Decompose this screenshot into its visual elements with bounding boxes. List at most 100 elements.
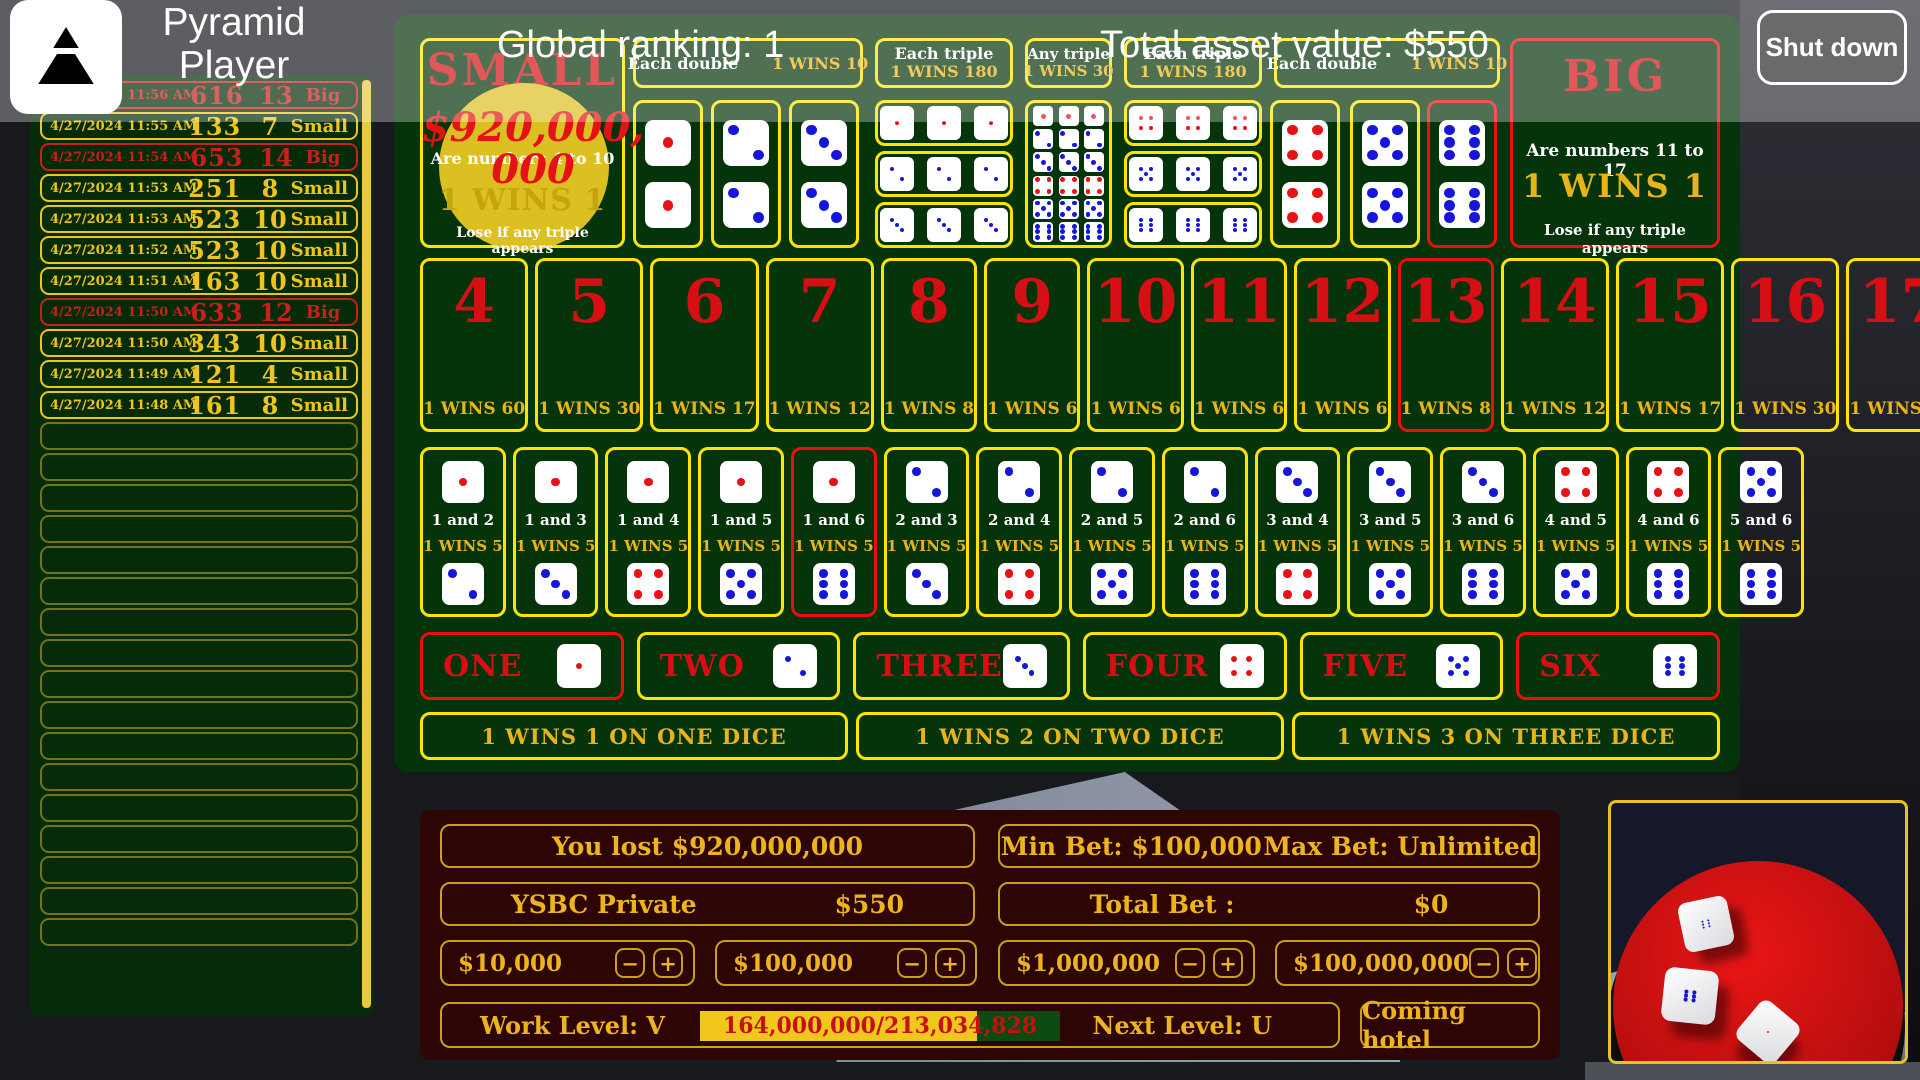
bet-number-7[interactable]: 71 WINS 12 — [766, 258, 874, 432]
history-total: 10 — [249, 205, 290, 234]
bet-double-3[interactable] — [789, 100, 859, 248]
combo-label: 1 and 4 — [617, 512, 679, 529]
increase-bet-button[interactable]: + — [935, 948, 965, 978]
die-2-icon — [1184, 461, 1226, 503]
bet-any-triple[interactable] — [1025, 100, 1112, 248]
combo-odds: 1 WINS 5 — [1536, 538, 1616, 555]
bet-triple-6[interactable] — [1124, 202, 1262, 248]
decrease-bet-button[interactable]: − — [897, 948, 927, 978]
bet-combo-4-5[interactable]: 4 and 51 WINS 5 — [1533, 447, 1619, 617]
label-any-triple[interactable]: Any triple 1 WINS 30 — [1025, 38, 1112, 88]
die-3-icon — [535, 563, 577, 605]
die-4-icon — [627, 563, 669, 605]
bet-number-5[interactable]: 51 WINS 30 — [535, 258, 643, 432]
floor-strip — [1585, 1062, 1920, 1080]
bet-single-three[interactable]: THREE — [853, 632, 1069, 700]
die-3-icon — [1033, 152, 1053, 172]
app-title: Pyramid Player — [118, 2, 350, 88]
single-label: THREE — [876, 649, 1002, 684]
bet-single-one[interactable]: ONE — [420, 632, 624, 700]
bet-combo-1-2[interactable]: 1 and 21 WINS 5 — [420, 447, 506, 617]
decrease-bet-button[interactable]: − — [1175, 948, 1205, 978]
die-1-icon — [535, 461, 577, 503]
bet-number-9[interactable]: 91 WINS 6 — [984, 258, 1080, 432]
bet-combo-1-4[interactable]: 1 and 41 WINS 5 — [605, 447, 691, 617]
bet-combo-5-6[interactable]: 5 and 61 WINS 5 — [1718, 447, 1804, 617]
combo-odds: 1 WINS 5 — [1258, 538, 1338, 555]
bet-combo-2-5[interactable]: 2 and 51 WINS 5 — [1069, 447, 1155, 617]
die-3-icon — [1059, 152, 1079, 172]
increase-bet-button[interactable]: + — [1507, 948, 1537, 978]
die-6-icon — [813, 563, 855, 605]
single-label: SIX — [1539, 649, 1601, 684]
chip-1000000[interactable]: $1,000,000−+ — [998, 940, 1255, 986]
bet-number-8[interactable]: 81 WINS 8 — [881, 258, 977, 432]
die-2-icon — [927, 157, 961, 191]
bet-number-13[interactable]: 131 WINS 8 — [1398, 258, 1494, 432]
bet-number-12[interactable]: 121 WINS 6 — [1294, 258, 1390, 432]
history-dice: 251 — [180, 174, 249, 203]
label-each-triple-left[interactable]: Each triple 1 WINS 180 — [875, 38, 1013, 88]
chip-10000[interactable]: $10,000−+ — [440, 940, 695, 986]
combo-label: 5 and 6 — [1730, 512, 1792, 529]
die-2-icon — [773, 644, 817, 688]
bet-triple-3[interactable] — [875, 202, 1013, 248]
bet-number-15[interactable]: 151 WINS 17 — [1616, 258, 1724, 432]
payout-banner-2: 1 WINS 2 ON TWO DICE — [856, 712, 1284, 760]
bet-number-14[interactable]: 141 WINS 12 — [1501, 258, 1609, 432]
bet-combo-2-6[interactable]: 2 and 61 WINS 5 — [1162, 447, 1248, 617]
bet-single-two[interactable]: TWO — [637, 632, 841, 700]
decrease-bet-button[interactable]: − — [1469, 948, 1499, 978]
bet-number-6[interactable]: 61 WINS 17 — [650, 258, 758, 432]
bet-single-five[interactable]: FIVE — [1300, 632, 1504, 700]
bet-double-6[interactable] — [1427, 100, 1497, 248]
bet-small[interactable]: SMALL $920,000,000 Are numbers 4 to 10 1… — [420, 38, 625, 248]
bet-triple-4[interactable] — [1124, 100, 1262, 146]
bet-number-4[interactable]: 41 WINS 60 — [420, 258, 528, 432]
bet-combo-3-5[interactable]: 3 and 51 WINS 5 — [1347, 447, 1433, 617]
die-2-icon — [1059, 129, 1079, 149]
history-dice: 163 — [180, 267, 249, 296]
die-3-icon — [927, 208, 961, 242]
shutdown-button[interactable]: Shut down — [1757, 10, 1907, 85]
increase-bet-button[interactable]: + — [1213, 948, 1243, 978]
bet-double-4[interactable] — [1270, 100, 1340, 248]
combo-label: 1 and 5 — [710, 512, 772, 529]
bet-combo-2-4[interactable]: 2 and 41 WINS 5 — [976, 447, 1062, 617]
die-4-icon — [1555, 461, 1597, 503]
bet-number-10[interactable]: 101 WINS 6 — [1087, 258, 1183, 432]
bet-number-11[interactable]: 111 WINS 6 — [1191, 258, 1287, 432]
bet-triple-2[interactable] — [875, 151, 1013, 197]
chip-100000000[interactable]: $100,000,000−+ — [1275, 940, 1540, 986]
increase-bet-button[interactable]: + — [653, 948, 683, 978]
bet-double-5[interactable] — [1350, 100, 1420, 248]
bet-combo-3-6[interactable]: 3 and 61 WINS 5 — [1440, 447, 1526, 617]
bet-triple-1[interactable] — [875, 100, 1013, 146]
coming-hotel-button[interactable]: Coming hotel — [1360, 1002, 1540, 1048]
history-row-empty — [40, 732, 358, 760]
result-text: You lost $920,000,000 — [552, 832, 863, 861]
bet-combo-2-3[interactable]: 2 and 31 WINS 5 — [884, 447, 970, 617]
bet-number-17[interactable]: 171 WINS 60 — [1846, 258, 1920, 432]
history-scrollbar[interactable] — [362, 80, 371, 1008]
bet-triple-5[interactable] — [1124, 151, 1262, 197]
die-3-icon — [906, 563, 948, 605]
history-row-empty — [40, 484, 358, 512]
chip-100000[interactable]: $100,000−+ — [715, 940, 977, 986]
bet-single-four[interactable]: FOUR — [1083, 632, 1287, 700]
decrease-bet-button[interactable]: − — [615, 948, 645, 978]
global-ranking: Global ranking: 1 — [497, 24, 784, 67]
bet-combo-4-6[interactable]: 4 and 61 WINS 5 — [1626, 447, 1712, 617]
history-row: 4/27/2024 11:55 AM1337Small — [40, 112, 358, 140]
bet-single-six[interactable]: SIX — [1516, 632, 1720, 700]
bet-combo-1-6[interactable]: 1 and 61 WINS 5 — [791, 447, 877, 617]
die-5-icon — [1084, 199, 1104, 219]
bet-number-16[interactable]: 161 WINS 30 — [1731, 258, 1839, 432]
bet-double-2[interactable] — [711, 100, 781, 248]
bet-combo-1-5[interactable]: 1 and 51 WINS 5 — [698, 447, 784, 617]
history-total: 4 — [249, 360, 290, 389]
bet-big[interactable]: BIG Are numbers 11 to 17 1 WINS 1 Lose i… — [1510, 38, 1720, 248]
bet-combo-3-4[interactable]: 3 and 41 WINS 5 — [1255, 447, 1341, 617]
bet-combo-1-3[interactable]: 1 and 31 WINS 5 — [513, 447, 599, 617]
die-4-icon — [1129, 106, 1163, 140]
